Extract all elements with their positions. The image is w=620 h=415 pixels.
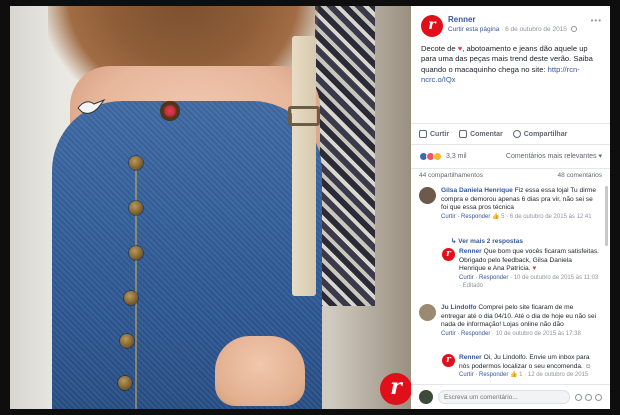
dress-button <box>124 291 138 305</box>
post-date[interactable]: 6 de outubro de 2015 <box>505 26 567 33</box>
avatar-letter: r <box>446 248 451 259</box>
globe-icon <box>570 26 577 33</box>
comment-meta: Curtir · Responder · 10 de outubro de 20… <box>441 330 599 339</box>
share-button[interactable]: Compartilhar <box>512 130 568 138</box>
edited-label: Editado <box>462 283 484 290</box>
post-header: r Renner Curtir esta página · 6 de outub… <box>411 6 610 42</box>
comments-count[interactable]: 48 comentários <box>558 172 602 182</box>
post-photo[interactable]: r <box>10 6 411 409</box>
comment-meta: Curtir · Responder 👍 1 · 12 de outubro d… <box>459 371 599 380</box>
comment-actions[interactable]: Curtir · Responder <box>459 275 508 281</box>
comment-author[interactable]: Renner <box>459 248 482 255</box>
screen-frame: r r Renner Curtir esta página · 6 de out… <box>0 0 620 415</box>
comment-date[interactable]: 12 de outubro de 2015 <box>528 372 588 378</box>
reaction-count[interactable]: 3,3 mil <box>446 153 467 160</box>
heart-pin-icon <box>160 101 180 121</box>
thumbs-up-icon <box>419 130 427 138</box>
separator: · <box>501 26 504 33</box>
comment-label: Comentar <box>470 130 503 138</box>
wow-reaction-icon[interactable] <box>433 151 442 161</box>
comment-actions[interactable]: Curtir · Responder <box>459 372 508 378</box>
renner-reply-avatar[interactable]: r <box>442 248 455 261</box>
comments-list: Gilsa Daniela Henrique Fiz essa essa loj… <box>411 184 610 384</box>
post-text: Decote de ♥, abotoamento e jeans dão aqu… <box>411 42 610 118</box>
strap-buckle <box>288 106 320 126</box>
comment-meta: Curtir · Responder 👍 5 · 6 de outubro de… <box>441 213 599 222</box>
comment-item: Gilsa Daniela Henrique Fiz essa essa loj… <box>419 187 602 235</box>
comment-author[interactable]: Ju Lindolfo <box>441 304 477 311</box>
current-user-avatar <box>419 390 433 404</box>
dress-button <box>118 376 132 390</box>
post-text-part: Decote de <box>421 44 458 53</box>
backpack <box>315 6 375 306</box>
dress-seam <box>135 156 137 409</box>
comment-tools <box>575 393 602 401</box>
comments-scrollbar[interactable] <box>605 186 608 246</box>
page-name[interactable]: Renner <box>448 15 476 24</box>
dress-button <box>129 201 143 215</box>
comment-date[interactable]: 10 de outubro de 2015 às 17:38 <box>496 331 581 337</box>
like-label: Curtir <box>430 130 450 138</box>
like-page-link[interactable]: Curtir esta página <box>448 26 499 33</box>
smile-emoji-icon: ☺ <box>584 362 592 370</box>
comment-meta: Curtir · Responder · 10 de outubro de 20… <box>459 274 599 291</box>
comment-author[interactable]: Renner <box>459 354 482 361</box>
comment-like-icon: 👍 <box>492 213 502 220</box>
comment-body: Gilsa Daniela Henrique Fiz essa essa loj… <box>441 187 599 221</box>
reactions-bar: 3,3 mil Comentários mais relevantes ▾ <box>411 145 610 167</box>
avatar-letter: r <box>428 17 436 33</box>
comment-date[interactable]: 10 de outubro de 2015 às 11:03 <box>514 275 599 281</box>
comment-actions[interactable]: Curtir · Responder <box>441 214 490 220</box>
sort-comments-dropdown[interactable]: Comentários mais relevantes ▾ <box>506 152 602 160</box>
comment-like-count: 1 <box>519 372 523 379</box>
reply-item: r Renner Que bom que vocês ficaram satis… <box>442 248 602 298</box>
comment-like-icon: 👍 <box>510 372 520 379</box>
renner-logo-icon: r <box>380 373 411 405</box>
dress-button <box>129 156 143 170</box>
dress-button <box>120 334 134 348</box>
post-panel: r Renner Curtir esta página · 6 de outub… <box>411 6 610 409</box>
comment-date[interactable]: 6 de outubro de 2015 às 12:41 <box>510 214 592 220</box>
comment-actions[interactable]: Curtir · Responder <box>441 331 490 337</box>
bird-pin-icon <box>77 98 106 114</box>
comment-author[interactable]: Gilsa Daniela Henrique <box>441 187 513 194</box>
post-actions: Curtir Comentar Compartilhar <box>411 123 610 145</box>
stats-row: 44 compartilhamentos 48 comentários <box>411 168 610 182</box>
backpack-strap <box>292 36 316 296</box>
share-label: Compartilhar <box>523 130 568 138</box>
gif-icon[interactable] <box>595 393 602 401</box>
renner-reply-avatar[interactable]: r <box>442 354 455 367</box>
logo-letter: r <box>390 374 402 400</box>
page-avatar[interactable]: r <box>421 15 443 37</box>
more-options-icon[interactable]: ••• <box>591 16 602 25</box>
commenter-avatar[interactable] <box>419 187 436 204</box>
comment-like-count: 5 <box>501 213 505 220</box>
comment-icon <box>459 130 468 138</box>
emoji-icon[interactable] <box>575 393 582 401</box>
like-button[interactable]: Curtir <box>419 130 449 138</box>
camera-icon[interactable] <box>585 393 592 401</box>
view-more-replies-link[interactable]: ↳ Ver mais 2 respostas <box>451 237 523 245</box>
comment-body: Renner Que bom que vocês ficaram satisfe… <box>459 248 599 291</box>
comment-body: Renner Oi, Ju Lindolfo. Envie um inbox p… <box>459 354 599 380</box>
heart-emoji-icon: ♥ <box>532 265 537 273</box>
avatar-letter: r <box>446 354 451 365</box>
hand <box>215 336 305 406</box>
write-comment-box <box>411 384 610 409</box>
share-icon <box>512 130 521 138</box>
commenter-avatar[interactable] <box>419 304 436 321</box>
comment-body: Ju Lindolfo Comprei pelo site ficaram de… <box>441 304 599 338</box>
comment-button[interactable]: Comentar <box>459 130 503 138</box>
shares-count[interactable]: 44 compartilhamentos <box>419 172 483 182</box>
comment-item: Ju Lindolfo Comprei pelo site ficaram de… <box>419 304 602 350</box>
comment-input[interactable] <box>438 390 570 404</box>
post-subline: Curtir esta página · 6 de outubro de 201… <box>448 26 577 33</box>
reply-item: r Renner Oi, Ju Lindolfo. Envie um inbox… <box>442 354 602 384</box>
dress-button <box>129 246 143 260</box>
